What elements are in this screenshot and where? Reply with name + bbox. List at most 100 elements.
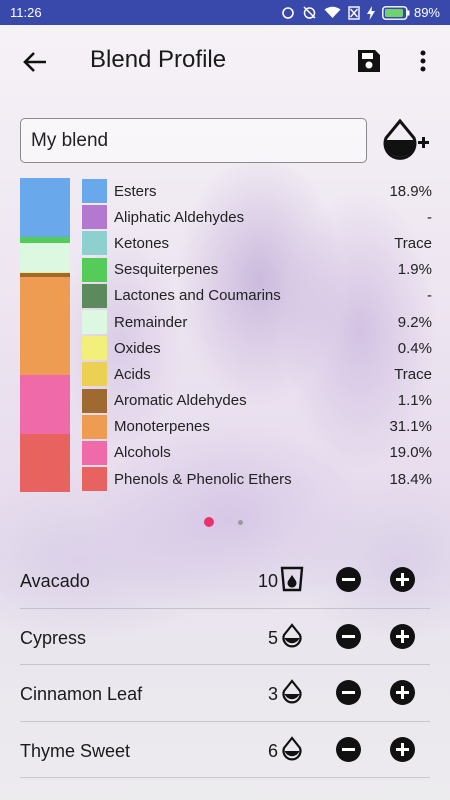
legend-row: Acids Trace [82,361,432,387]
oil-name: Cypress [20,627,87,648]
legend-label: Ketones [114,234,170,252]
increase-button[interactable] [390,623,415,649]
legend-label: Acids [114,365,151,383]
oil-quantity: 10 [257,571,278,591]
drop-icon [280,735,304,762]
drop-icon [280,679,304,705]
legend-label: Remainder [114,313,188,331]
more-vert-icon [420,50,426,72]
legend-value: 9.2% [397,313,432,331]
legend-label: Monoterpenes [114,418,210,436]
back-button[interactable] [18,45,52,79]
composition-stacked-bar [20,178,70,492]
legend-label: Esters [114,182,157,200]
legend-swatch [82,362,107,387]
legend-value: 1.9% [397,261,432,279]
more-options-button[interactable] [408,44,438,78]
increase-button[interactable] [390,736,415,762]
add-oil-button[interactable] [380,116,432,166]
app-bar: Blend Profile [0,25,450,97]
oil-list: Avacado 10 Cypress 5 Cinnamon Leaf 3 Thyme Swe… [20,552,430,778]
status-bar: 11:26 89% [0,0,450,25]
legend-value: Trace [394,365,432,383]
legend-value: - [427,208,432,226]
save-button[interactable] [352,44,386,78]
page-dot[interactable] [238,519,243,525]
decrease-button[interactable] [336,736,361,762]
sync-icon [282,6,294,19]
oil-row[interactable]: Cypress 5 [20,609,430,665]
legend-swatch [82,205,107,230]
legend-swatch [82,257,107,282]
legend-row: Ketones Trace [82,230,432,256]
legend-value: 0.4% [397,339,432,357]
legend-value: 19.0% [389,444,432,462]
oil-name: Thyme Sweet [20,740,131,761]
legend-label: Oxides [114,339,161,357]
legend-row: Esters 18.9% [82,178,432,204]
page-dot-active[interactable] [204,517,214,527]
legend-label: Sesquiterpenes [114,261,219,279]
legend-row: Oxides 0.4% [82,335,432,361]
page-title: Blend Profile [90,46,227,73]
decrease-button[interactable] [336,623,361,649]
battery: 89% [382,5,440,20]
increase-button[interactable] [390,680,415,705]
stack-segment [20,276,70,375]
legend-value: 1.1% [397,392,432,410]
cup-icon [280,566,304,592]
legend-value: 18.4% [389,470,432,488]
legend-value: 31.1% [389,418,432,436]
legend-label: Phenols & Phenolic Ethers [114,470,292,488]
wifi-icon [324,6,341,18]
page-indicator [204,517,243,527]
oil-name: Avacado [20,571,90,591]
legend-row: Phenols & Phenolic Ethers 18.4% [82,466,432,492]
legend-label: Lactones and Coumarins [114,287,281,305]
charging-icon [366,5,375,20]
stack-segment [20,434,70,492]
oil-quantity: 5 [267,627,278,648]
increase-button[interactable] [390,567,415,592]
decrease-button[interactable] [336,680,361,705]
stack-segment [20,243,70,273]
legend-swatch [82,440,107,465]
legend-row: Sesquiterpenes 1.9% [82,257,432,283]
no-sim-icon [348,5,360,20]
legend-row: Aliphatic Aldehydes - [82,204,432,230]
legend-swatch [82,231,107,256]
decrease-button[interactable] [336,567,361,592]
legend-row: Alcohols 19.0% [82,440,432,466]
stack-segment [20,374,70,435]
legend-row: Monoterpenes 31.1% [82,414,432,440]
legend-swatch [82,336,107,361]
alarm-off-icon [303,6,316,19]
legend-swatch [82,414,107,439]
legend-value: 18.9% [389,182,432,200]
legend-value: Trace [394,234,432,252]
legend-swatch [82,467,107,492]
legend-swatch [82,310,107,335]
oil-row[interactable]: Cinnamon Leaf 3 [20,665,430,722]
legend-row: Lactones and Coumarins - [82,283,432,309]
legend-swatch [82,283,107,308]
oil-quantity: 3 [267,684,278,704]
legend-value: - [427,287,432,305]
legend-swatch [82,388,107,413]
add-drop-icon [383,118,429,160]
status-time: 11:26 [10,5,42,20]
composition-legend: Esters 18.9% Aliphatic Aldehydes - Ketones Tr… [82,178,432,492]
back-arrow-icon [23,52,46,72]
legend-label: Alcohols [114,444,171,462]
legend-row: Remainder 9.2% [82,309,432,335]
blend-name-input[interactable]: My blend [20,118,367,163]
drop-icon [280,622,304,649]
oil-row[interactable]: Avacado 10 [20,552,430,609]
oil-row[interactable]: Thyme Sweet 6 [20,722,430,778]
oil-quantity: 6 [267,740,278,761]
battery-percent: 89% [413,5,440,20]
legend-label: Aliphatic Aldehydes [114,208,245,226]
save-icon [358,50,380,72]
legend-swatch [82,179,107,204]
stack-segment [20,178,70,238]
